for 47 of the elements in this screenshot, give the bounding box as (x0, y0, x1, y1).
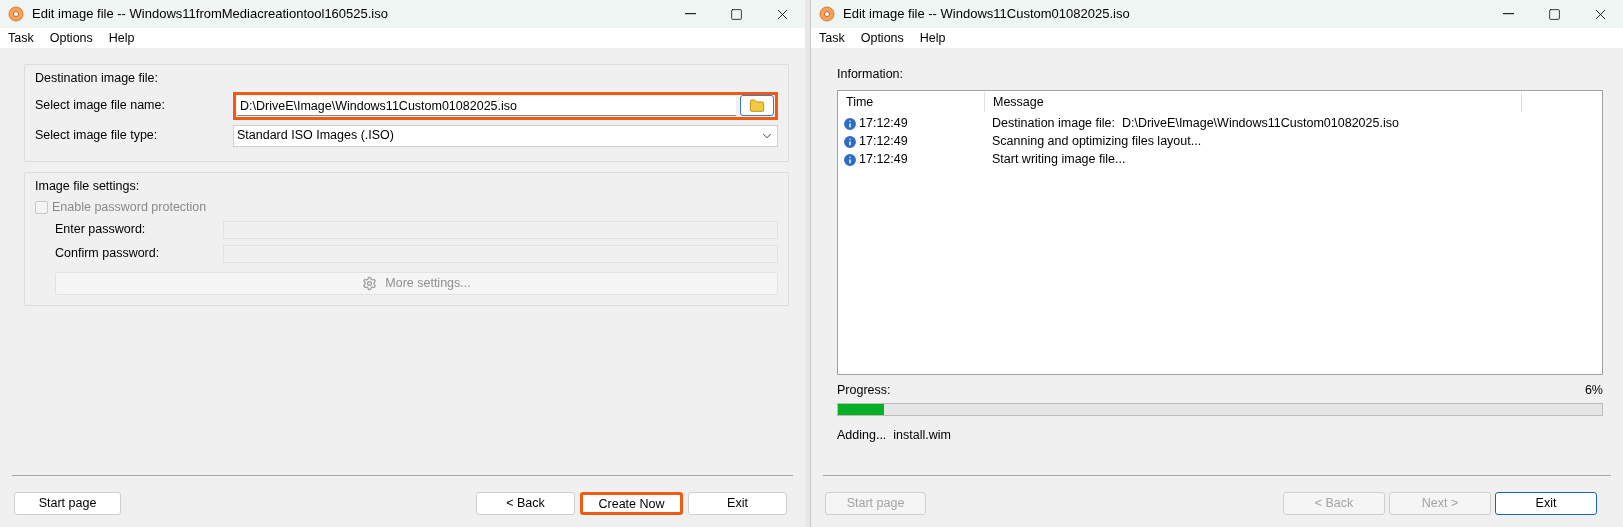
dialog-button[interactable]: Exit (688, 492, 787, 515)
log-time: 17:12:49 (859, 151, 908, 169)
menu-item[interactable]: Options (41, 28, 101, 48)
dialog-button[interactable]: < Back (476, 492, 575, 515)
dialog-button[interactable]: Start page (14, 492, 121, 515)
log-message: Destination image file: D:\DriveE\Image\Windows11Custom01082025.iso (991, 115, 1399, 133)
window-title: Edit image file -- Windows11Custom01082025.iso (843, 5, 1130, 24)
disc-icon (8, 6, 24, 22)
maximize-icon (1547, 7, 1561, 21)
progress-label: Progress: (837, 381, 891, 399)
file-path-field[interactable]: D:\DriveE\Image\Windows11Custom01082025.iso (233, 91, 778, 120)
menu-item[interactable]: Help (911, 28, 954, 48)
log-time: 17:12:49 (859, 115, 908, 133)
minimize-icon (1502, 13, 1514, 15)
folder-icon (749, 97, 765, 114)
browse-button[interactable] (740, 95, 774, 117)
field-label: Select image file name: (35, 97, 166, 115)
field-label: Select image file type: (35, 127, 159, 145)
field-label: Confirm password: (55, 245, 161, 263)
menu-item[interactable]: Task (811, 28, 853, 48)
group-heading: Destination image file: (35, 70, 159, 87)
dialog-button[interactable]: Create Now (580, 492, 683, 515)
menu-item[interactable]: Help (100, 28, 143, 48)
gear-icon (362, 275, 378, 291)
checkbox-label: Enable password protection (52, 199, 207, 217)
info-icon (842, 115, 858, 132)
log-message: Start writing image file... (991, 151, 1126, 169)
field-label: Enter password: (55, 221, 147, 239)
file-type-dropdown[interactable]: Standard ISO Images (.ISO) (233, 124, 778, 147)
info-icon (842, 151, 858, 168)
status-text: Adding... install.wim (837, 427, 952, 445)
log-message: Scanning and optimizing files layout... (991, 133, 1202, 151)
menu-item[interactable]: Task (0, 28, 42, 48)
information-label: Information: (837, 66, 904, 83)
info-icon (842, 133, 858, 150)
progress-percent: 6% (1584, 381, 1603, 399)
disc-icon (819, 6, 835, 22)
menu-item[interactable]: Options (852, 28, 912, 48)
path-input[interactable]: D:\DriveE\Image\Windows11Custom01082025.iso (237, 95, 736, 116)
log-time: 17:12:49 (859, 133, 908, 151)
minimize-icon (684, 13, 696, 15)
dialog-button[interactable]: Exit (1495, 492, 1597, 515)
group-heading: Image file settings: (35, 177, 141, 195)
window-title: Edit image file -- Windows11fromMediacreationtool160525.iso (32, 5, 388, 24)
column-header[interactable]: Time (838, 91, 985, 112)
column-header[interactable]: Message (985, 91, 1522, 112)
maximize-icon (729, 7, 743, 21)
